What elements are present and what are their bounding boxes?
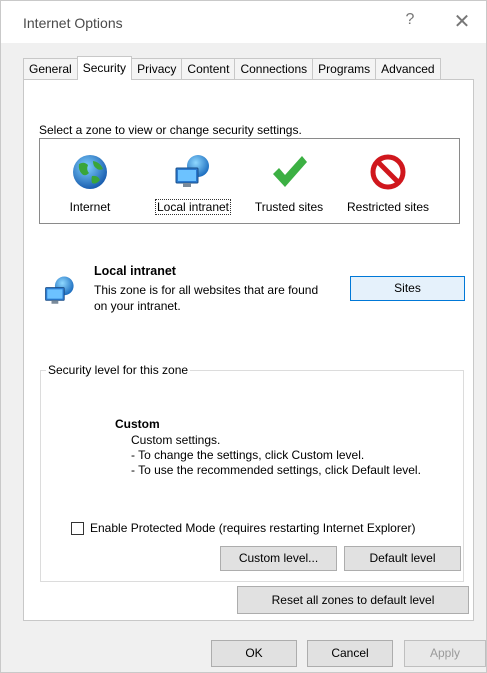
security-level-group-label: Security level for this zone [46,363,191,377]
security-level-description: Custom settings. - To change the setting… [131,433,421,478]
default-level-button[interactable]: Default level [344,546,461,571]
zone-label: Local intranet [154,199,232,215]
tab-general[interactable]: General [23,58,78,80]
zone-trusted-sites[interactable]: Trusted sites [246,139,332,225]
security-level-name: Custom [115,417,160,431]
internet-options-window: Internet Options ? ✕ General Security Pr… [0,0,487,673]
zone-restricted-sites[interactable]: Restricted sites [338,139,438,225]
reset-all-zones-button[interactable]: Reset all zones to default level [237,586,469,614]
tab-advanced[interactable]: Advanced [375,58,441,80]
tab-security[interactable]: Security [76,56,133,80]
ok-button[interactable]: OK [211,640,297,667]
protected-mode-row: Enable Protected Mode (requires restarti… [71,521,416,535]
title-bar: Internet Options ? ✕ [1,1,486,43]
security-tab-panel: Select a zone to view or change security… [23,79,474,621]
zone-list: Internet Local intranet Trusted sites Re… [39,138,460,224]
window-title: Internet Options [23,15,123,31]
custom-level-button[interactable]: Custom level... [220,546,337,571]
tab-strip: General Security Privacy Content Connect… [23,56,441,80]
selected-zone-description: This zone is for all websites that are f… [94,283,319,313]
close-button[interactable]: ✕ [449,9,475,33]
selected-zone-name: Local intranet [94,264,176,278]
zone-label: Restricted sites [346,200,430,214]
tab-programs[interactable]: Programs [312,58,377,80]
tab-privacy[interactable]: Privacy [131,58,183,80]
level-line: - To use the recommended settings, click… [131,463,421,477]
level-line: - To change the settings, click Custom l… [131,448,365,462]
cancel-button[interactable]: Cancel [307,640,393,667]
checkmark-icon [273,156,307,187]
selected-zone-icon [45,276,74,304]
level-line: Custom settings. [131,433,221,447]
sites-button[interactable]: Sites [350,276,465,301]
zone-local-intranet[interactable]: Local intranet [143,139,243,225]
intranet-icon [175,155,209,187]
protected-mode-checkbox[interactable] [71,521,84,535]
protected-mode-label[interactable]: Enable Protected Mode (requires restarti… [90,521,416,535]
tab-connections[interactable]: Connections [234,58,314,80]
zone-internet[interactable]: Internet [54,139,126,225]
zone-prompt: Select a zone to view or change security… [39,123,302,137]
prohibited-icon [370,154,406,190]
tab-content[interactable]: Content [181,58,236,80]
zone-label: Internet [69,200,111,214]
globe-icon [73,155,107,189]
dialog-body: General Security Privacy Content Connect… [1,43,486,672]
help-button[interactable]: ? [398,11,422,33]
apply-button[interactable]: Apply [404,640,486,667]
zone-label: Trusted sites [254,200,324,214]
